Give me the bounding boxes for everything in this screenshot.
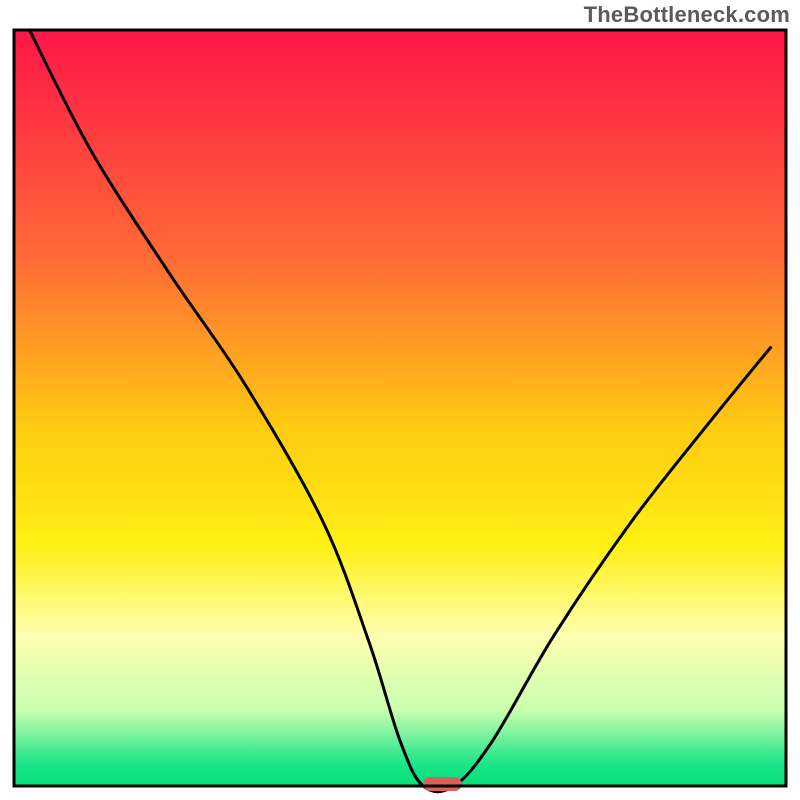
optimal-marker-pill — [423, 777, 462, 791]
bottleneck-chart — [0, 0, 800, 800]
watermark-text: TheBottleneck.com — [584, 2, 790, 28]
chart-background-gradient — [14, 30, 786, 786]
chart-container: TheBottleneck.com — [0, 0, 800, 800]
